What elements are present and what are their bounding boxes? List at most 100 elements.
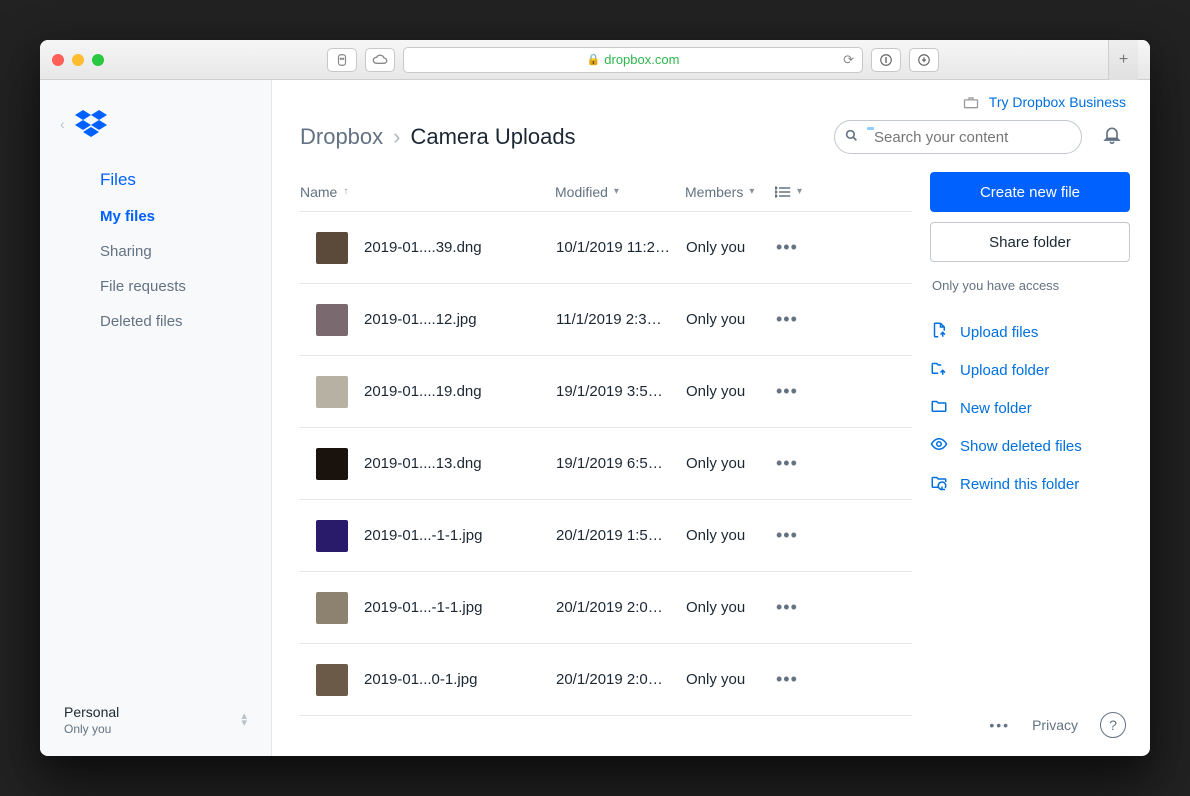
body-row: Name ↑ Modified ▾ Members ▾ <box>272 172 1150 756</box>
action-label: Upload files <box>960 324 1038 341</box>
file-row[interactable]: 2019-01...0-1.jpg20/1/2019 2:0…Only you•… <box>300 644 912 716</box>
sidebar-item-my-files[interactable]: My files <box>100 208 271 225</box>
file-more-button[interactable]: ••• <box>776 381 798 402</box>
column-members[interactable]: Members ▾ <box>685 184 775 200</box>
browser-toolbar: 🔒 dropbox.com ⟳ <box>184 47 1082 73</box>
upload-file-icon <box>930 321 948 343</box>
promo-bar: Try Dropbox Business <box>272 80 1150 110</box>
file-more-button[interactable]: ••• <box>776 597 798 618</box>
onepassword-button[interactable] <box>871 48 901 72</box>
sidebar-nav: My files Sharing File requests Deleted file… <box>40 208 271 330</box>
upload-folder-icon <box>930 359 948 381</box>
upload-folder-action[interactable]: Upload folder <box>930 359 1126 381</box>
file-thumbnail <box>316 520 348 552</box>
file-modified: 10/1/2019 11:2… <box>556 239 686 256</box>
sidebar-section-title[interactable]: Files <box>40 158 271 208</box>
file-row[interactable]: 2019-01...-1-1.jpg20/1/2019 2:0…Only you… <box>300 572 912 644</box>
upload-file-action[interactable]: Upload files <box>930 321 1126 343</box>
file-modified: 20/1/2019 1:5… <box>556 527 686 544</box>
url-host: dropbox.com <box>604 52 679 67</box>
file-members: Only you <box>686 239 776 256</box>
column-modified[interactable]: Modified ▾ <box>555 184 685 200</box>
file-more-button[interactable]: ••• <box>776 453 798 474</box>
app-content: ‹ Files My files Sharing File requests Dele… <box>40 80 1150 756</box>
file-more-button[interactable]: ••• <box>776 525 798 546</box>
file-modified: 20/1/2019 2:0… <box>556 671 686 688</box>
file-thumbnail <box>316 232 348 264</box>
sidebar-item-deleted-files[interactable]: Deleted files <box>100 313 271 330</box>
search-icon <box>845 129 858 145</box>
breadcrumb-current: Camera Uploads <box>410 124 575 150</box>
action-label: New folder <box>960 400 1032 417</box>
topbar: Dropbox › Camera Uploads <box>272 110 1150 172</box>
breadcrumb-root[interactable]: Dropbox <box>300 124 383 150</box>
window-controls <box>52 54 104 66</box>
file-modified: 19/1/2019 6:5… <box>556 455 686 472</box>
quick-actions: Upload files Upload folder New folder Show … <box>930 321 1126 495</box>
file-rows: 2019-01....39.dng10/1/2019 11:2…Only you… <box>300 212 912 716</box>
chevron-right-icon: › <box>393 124 400 150</box>
account-switcher[interactable]: Personal Only you ▴▾ <box>40 684 271 756</box>
new-folder-action[interactable]: New folder <box>930 397 1126 419</box>
privacy-report-button[interactable] <box>327 48 357 72</box>
file-row[interactable]: 2019-01....13.dng19/1/2019 6:5…Only you•… <box>300 428 912 500</box>
file-members: Only you <box>686 383 776 400</box>
file-thumbnail <box>316 592 348 624</box>
sidebar-item-file-requests[interactable]: File requests <box>100 278 271 295</box>
right-panel: Create new file Share folder Only you ha… <box>918 172 1150 756</box>
close-window-button[interactable] <box>52 54 64 66</box>
file-more-button[interactable]: ••• <box>776 237 798 258</box>
help-button[interactable]: ? <box>1100 712 1126 738</box>
file-members: Only you <box>686 599 776 616</box>
action-label: Show deleted files <box>960 438 1082 455</box>
file-row[interactable]: 2019-01....19.dng19/1/2019 3:5…Only you•… <box>300 356 912 428</box>
new-tab-button[interactable]: + <box>1108 40 1138 80</box>
eye-action[interactable]: Show deleted files <box>930 435 1126 457</box>
file-more-button[interactable]: ••• <box>776 669 798 690</box>
file-row[interactable]: 2019-01....12.jpg11/1/2019 2:3…Only you•… <box>300 284 912 356</box>
titlebar: 🔒 dropbox.com ⟳ + <box>40 40 1150 80</box>
breadcrumb: Dropbox › Camera Uploads <box>300 124 576 150</box>
maximize-window-button[interactable] <box>92 54 104 66</box>
file-name: 2019-01...0-1.jpg <box>364 671 556 688</box>
icloud-tabs-button[interactable] <box>365 48 395 72</box>
file-more-button[interactable]: ••• <box>776 309 798 330</box>
file-list-area: Name ↑ Modified ▾ Members ▾ <box>272 172 918 756</box>
try-business-link[interactable]: Try Dropbox Business <box>989 94 1126 110</box>
sidebar-item-sharing[interactable]: Sharing <box>100 243 271 260</box>
share-folder-button[interactable]: Share folder <box>930 222 1130 262</box>
address-bar[interactable]: 🔒 dropbox.com ⟳ <box>403 47 863 73</box>
search-input[interactable] <box>874 129 1073 146</box>
action-label: Rewind this folder <box>960 476 1079 493</box>
downloads-button[interactable] <box>909 48 939 72</box>
sidebar: ‹ Files My files Sharing File requests Dele… <box>40 80 272 756</box>
sidebar-collapse-icon[interactable]: ‹ <box>60 116 65 132</box>
refresh-icon[interactable]: ⟳ <box>843 52 854 68</box>
notifications-button[interactable] <box>1102 124 1122 151</box>
create-new-file-button[interactable]: Create new file <box>930 172 1130 212</box>
chevron-updown-icon: ▴▾ <box>241 713 247 727</box>
rewind-action[interactable]: Rewind this folder <box>930 473 1126 495</box>
more-icon[interactable]: ••• <box>989 717 1010 733</box>
file-thumbnail <box>316 304 348 336</box>
main-area: Try Dropbox Business Dropbox › Camera Up… <box>272 80 1150 756</box>
file-name: 2019-01....13.dng <box>364 455 556 472</box>
view-options[interactable]: ▾ <box>775 186 802 198</box>
file-row[interactable]: 2019-01....39.dng10/1/2019 11:2…Only you… <box>300 212 912 284</box>
browser-window: 🔒 dropbox.com ⟳ + ‹ Files My filesSharin <box>40 40 1150 756</box>
search-box[interactable] <box>834 120 1082 154</box>
action-label: Upload folder <box>960 362 1049 379</box>
file-thumbnail <box>316 664 348 696</box>
file-row[interactable]: 2019-01...-1-1.jpg20/1/2019 1:5…Only you… <box>300 500 912 572</box>
file-thumbnail <box>316 376 348 408</box>
column-name[interactable]: Name ↑ <box>300 184 555 200</box>
file-members: Only you <box>686 455 776 472</box>
caret-down-icon: ▾ <box>749 186 754 197</box>
dropbox-logo-icon[interactable] <box>75 110 107 138</box>
file-members: Only you <box>686 311 776 328</box>
minimize-window-button[interactable] <box>72 54 84 66</box>
eye-icon <box>930 435 948 457</box>
sidebar-header: ‹ <box>40 110 271 158</box>
caret-down-icon: ▾ <box>614 186 619 197</box>
privacy-link[interactable]: Privacy <box>1032 717 1078 733</box>
